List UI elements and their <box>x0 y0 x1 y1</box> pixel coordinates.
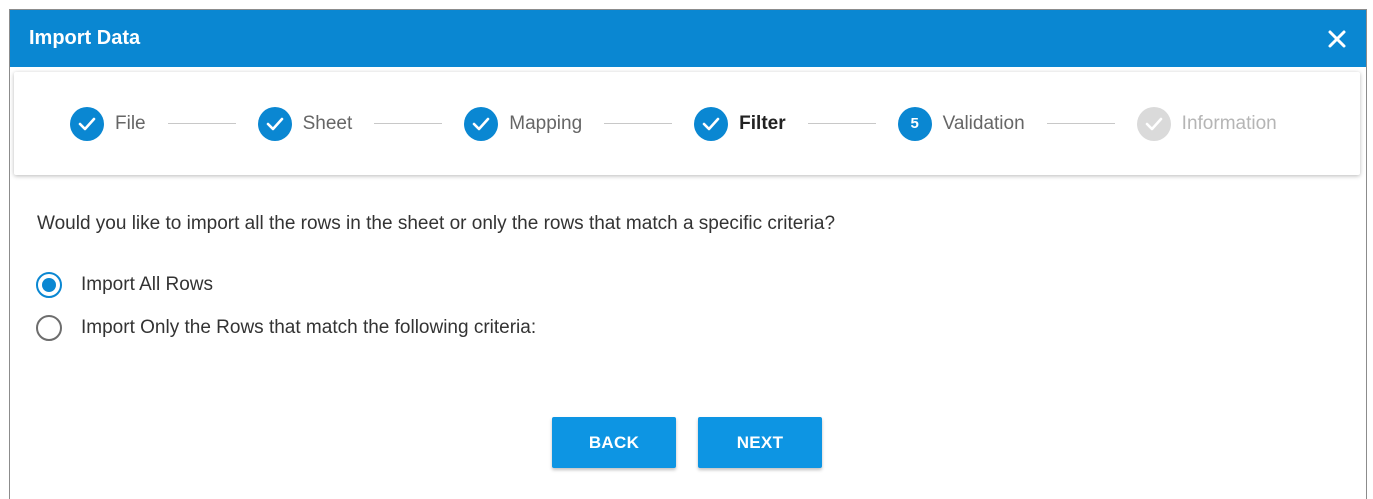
radio-unselected-icon[interactable] <box>36 315 62 341</box>
step-connector <box>374 123 443 124</box>
step-validation-number-badge: 5 <box>897 106 932 141</box>
dialog-title: Import Data <box>29 27 141 49</box>
import-matching-rows-option[interactable]: Import Only the Rows that match the foll… <box>36 315 536 341</box>
step-file-label: File <box>115 112 146 134</box>
step-mapping[interactable]: Mapping <box>464 106 583 141</box>
step-sheet[interactable]: Sheet <box>257 106 353 141</box>
step-validation-label: Validation <box>942 112 1025 134</box>
step-information-check-icon <box>1136 106 1171 141</box>
close-icon <box>1328 30 1346 47</box>
step-file-check-icon <box>70 106 104 141</box>
step-connector <box>604 123 673 124</box>
radio-selected-icon[interactable] <box>36 272 62 298</box>
step-sheet-label: Sheet <box>302 112 353 134</box>
step-filter-check-icon <box>694 106 729 141</box>
step-connector <box>807 123 876 124</box>
import-all-rows-label: Import All Rows <box>81 274 213 295</box>
step-sheet-check-icon <box>257 106 292 141</box>
close-button[interactable] <box>1322 24 1352 54</box>
step-connector <box>1046 123 1115 124</box>
import-data-dialog: Import Data File Sheet Mapping Filter 5 … <box>9 9 1367 499</box>
step-information-label: Information <box>1181 112 1277 134</box>
step-mapping-check-icon <box>464 106 499 141</box>
import-matching-rows-label: Import Only the Rows that match the foll… <box>81 317 537 338</box>
import-all-rows-option[interactable]: Import All Rows <box>36 272 213 298</box>
step-file[interactable]: File <box>70 106 146 141</box>
step-filter[interactable]: Filter <box>694 106 786 141</box>
next-button[interactable]: NEXT <box>698 417 822 468</box>
step-mapping-label: Mapping <box>509 112 583 134</box>
import-stepper: File Sheet Mapping Filter 5 Validation I… <box>14 72 1360 175</box>
step-information[interactable]: Information <box>1136 106 1277 141</box>
back-button[interactable]: BACK <box>552 417 676 468</box>
filter-question: Would you like to import all the rows in… <box>37 213 836 234</box>
dialog-titlebar: Import Data <box>10 10 1366 67</box>
step-filter-label: Filter <box>739 112 786 134</box>
step-validation[interactable]: 5 Validation <box>897 106 1025 141</box>
step-connector <box>167 123 236 124</box>
